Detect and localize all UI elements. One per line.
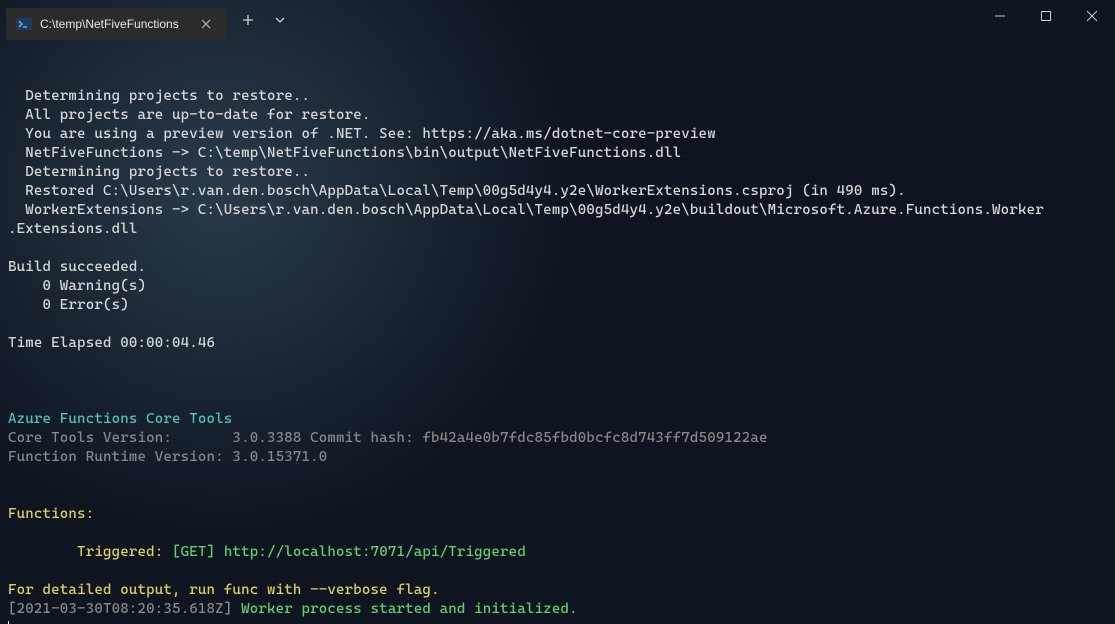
verbose-hint: For detailed output, run func with --ver… xyxy=(8,582,440,598)
minimize-button[interactable] xyxy=(977,0,1023,32)
tab-close-button[interactable] xyxy=(198,16,214,32)
trigger-url: http://localhost:7071/api/Triggered xyxy=(224,544,526,560)
log-message: Worker process started and initialized. xyxy=(241,601,578,617)
tab-active[interactable]: C:\temp\NetFiveFunctions xyxy=(6,8,226,40)
trigger-method: [GET] xyxy=(163,544,223,560)
tab-strip: C:\temp\NetFiveFunctions xyxy=(0,0,226,40)
powershell-icon xyxy=(16,16,32,32)
titlebar: C:\temp\NetFiveFunctions xyxy=(0,0,1115,40)
core-tools-header: Azure Functions Core Tools xyxy=(8,411,232,427)
trigger-name: Triggered: xyxy=(8,544,163,560)
window-controls xyxy=(977,0,1115,40)
runtime-version: Function Runtime Version: 3.0.15371.0 xyxy=(8,449,327,465)
log-timestamp: [2021-03-30T08:20:35.618Z] xyxy=(8,601,241,617)
tab-controls xyxy=(226,0,302,40)
core-tools-version: Core Tools Version: 3.0.3388 Commit hash… xyxy=(8,430,768,446)
close-window-button[interactable] xyxy=(1069,0,1115,32)
titlebar-drag-region[interactable] xyxy=(302,0,977,40)
tab-dropdown-button[interactable] xyxy=(266,6,294,34)
new-tab-button[interactable] xyxy=(234,6,262,34)
terminal-output[interactable]: Determining projects to restore.. All pr… xyxy=(0,40,1115,624)
build-output: Determining projects to restore.. All pr… xyxy=(8,88,1044,351)
functions-header: Functions: xyxy=(8,506,94,522)
maximize-button[interactable] xyxy=(1023,0,1069,32)
tab-title: C:\temp\NetFiveFunctions xyxy=(40,17,190,31)
